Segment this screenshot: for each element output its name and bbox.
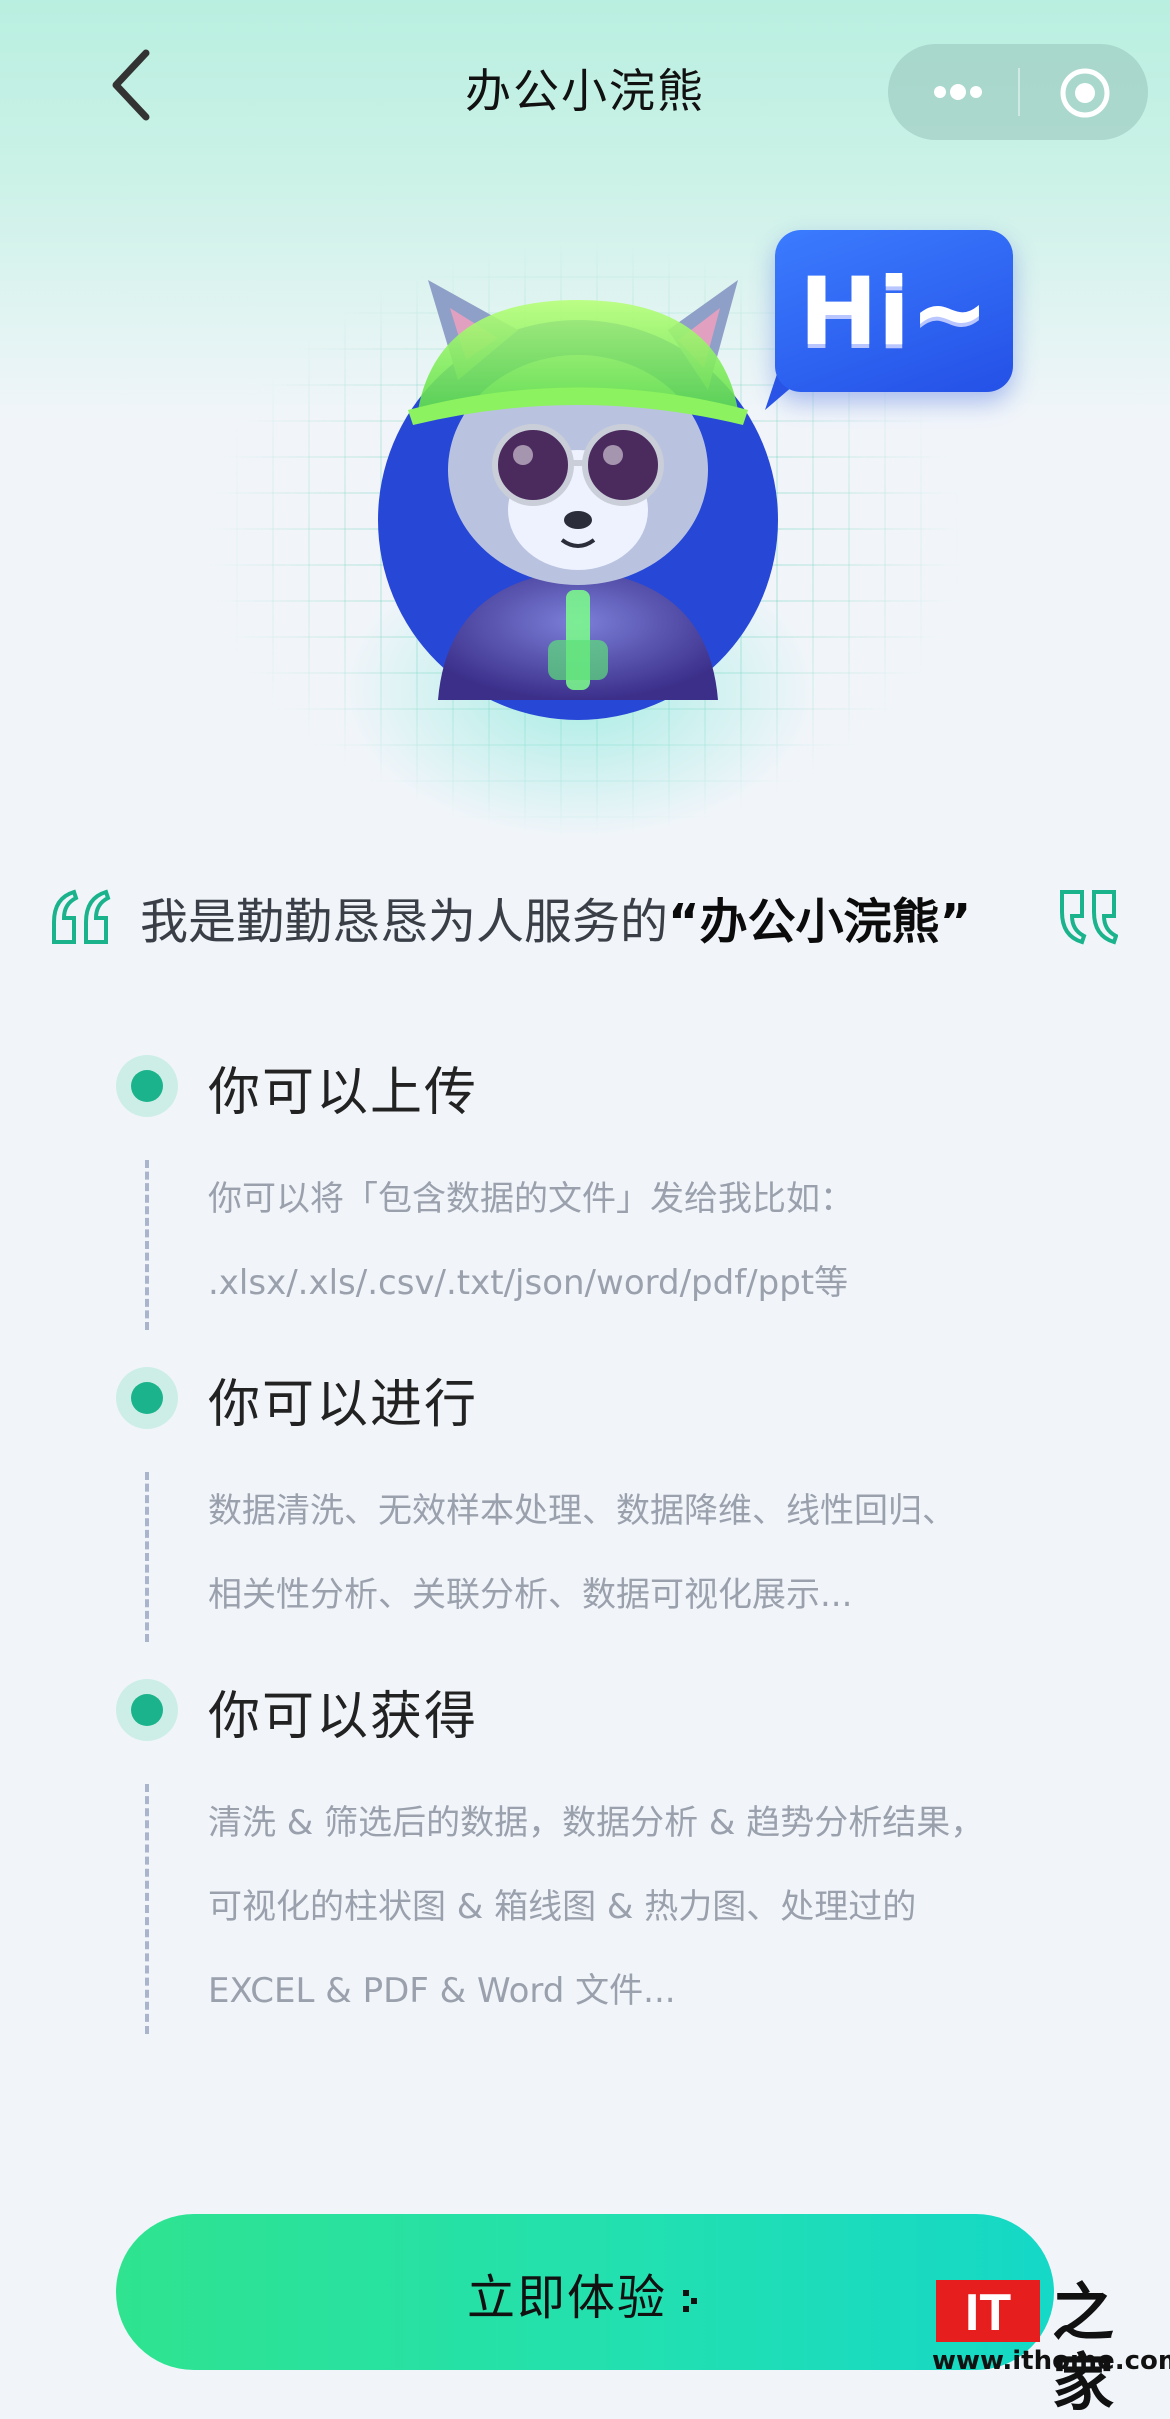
capsule-divider <box>1018 68 1020 116</box>
raccoon-avatar <box>378 280 778 720</box>
section-upload: 你可以上传 你可以将「包含数据的文件」发给我比如： .xlsx/.xls/.cs… <box>0 1050 1170 1340</box>
section-line: .xlsx/.xls/.csv/.txt/json/word/pdf/ppt等 <box>208 1263 849 1303</box>
navigation-bar: 办公小浣熊 <box>0 0 1170 180</box>
intro-name: “办公小浣熊” <box>668 894 972 950</box>
section-line: 清洗 & 筛选后的数据，数据分析 & 趋势分析结果， <box>208 1803 985 1843</box>
section-divider <box>145 1160 149 1330</box>
arrow-right-icon <box>683 2290 697 2312</box>
section-bullet <box>116 1367 178 1429</box>
intro-quote: 我是勤勤恳恳为人服务的“办公小浣熊” <box>0 870 1170 960</box>
try-now-text: 立即体验 <box>466 2270 667 2326</box>
section-line: 可视化的柱状图 & 箱线图 & 热力图、处理过的 <box>208 1887 917 1927</box>
section-line: 你可以将「包含数据的文件」发给我比如： <box>208 1179 854 1219</box>
greeting-bubble: Hi~ <box>775 230 1013 392</box>
section-line: 相关性分析、关联分析、数据可视化展示... <box>208 1575 853 1615</box>
section-bullet <box>116 1679 178 1741</box>
section-bullet <box>116 1055 178 1117</box>
section-line: EXCEL & PDF & Word 文件... <box>208 1971 676 2011</box>
ithome-watermark: IT 之家 www.ithome.com <box>930 2278 1170 2418</box>
try-now-button[interactable]: 立即体验 <box>116 2214 1054 2370</box>
close-program-button[interactable] <box>1058 66 1112 120</box>
intro-text: 我是勤勤恳恳为人服务的“办公小浣熊” <box>140 882 971 952</box>
hero-illustration: Hi~ <box>180 210 1030 860</box>
quote-close-icon <box>1060 890 1118 945</box>
greeting-text: Hi~ <box>799 258 989 367</box>
ithome-logo: IT <box>936 2280 1040 2342</box>
section-divider <box>145 1784 149 2034</box>
section-title: 你可以上传 <box>208 1063 479 1123</box>
mini-program-capsule <box>888 44 1148 140</box>
more-button[interactable] <box>928 74 982 110</box>
target-icon <box>1060 68 1110 118</box>
section-title: 你可以获得 <box>208 1687 479 1747</box>
section-title: 你可以进行 <box>208 1375 479 1435</box>
section-divider <box>145 1472 149 1642</box>
try-now-label: 立即体验 <box>116 2258 1054 2328</box>
intro-prefix: 我是勤勤恳恳为人服务的 <box>140 894 669 950</box>
more-dots-icon <box>934 84 982 100</box>
ithome-url: www.ithome.com <box>932 2346 1170 2376</box>
quote-open-icon <box>52 889 111 944</box>
section-process: 你可以进行 数据清洗、无效样本处理、数据降维、线性回归、 相关性分析、关联分析、… <box>0 1362 1170 1652</box>
section-obtain: 你可以获得 清洗 & 筛选后的数据，数据分析 & 趋势分析结果， 可视化的柱状图… <box>0 1674 1170 2054</box>
ithome-logo-text: IT <box>965 2284 1011 2342</box>
section-line: 数据清洗、无效样本处理、数据降维、线性回归、 <box>208 1491 956 1531</box>
